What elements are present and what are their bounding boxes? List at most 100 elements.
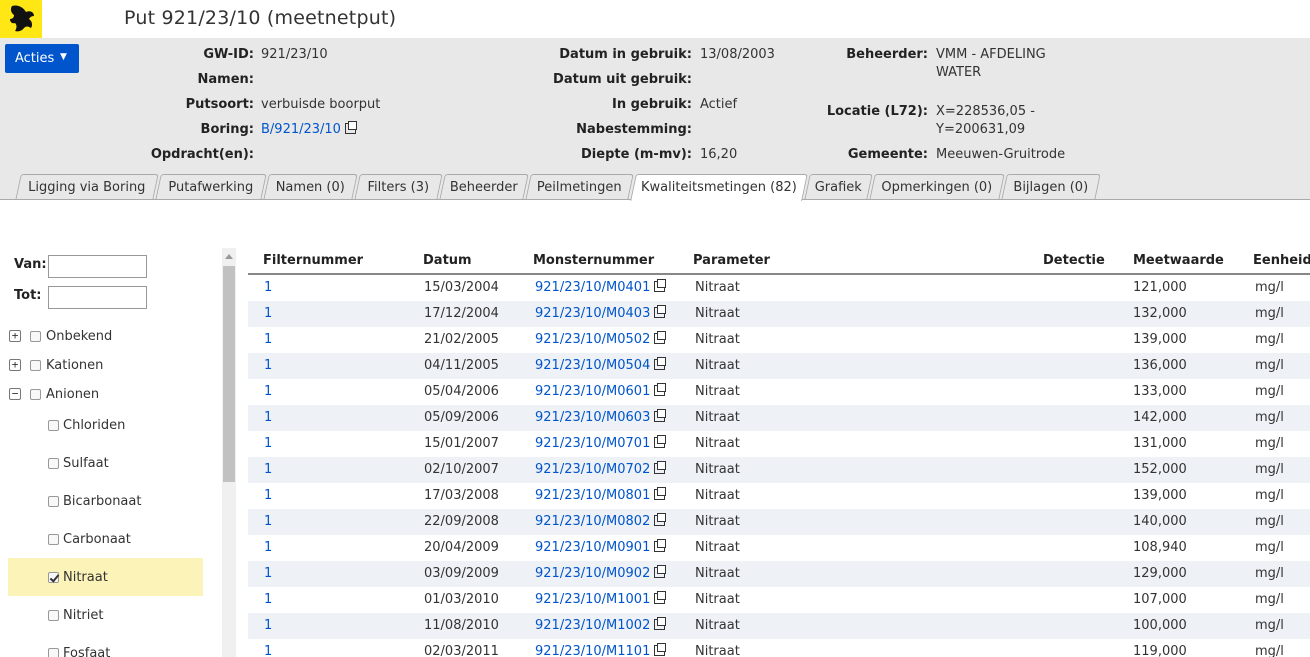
- cell-monsternummer-text[interactable]: 921/23/10/M0902: [535, 566, 650, 581]
- cell-monsternummer-text[interactable]: 921/23/10/M0401: [535, 280, 650, 295]
- cell-monsternummer-text[interactable]: 921/23/10/M1002: [535, 618, 650, 633]
- cell-filternummer-text[interactable]: 1: [264, 644, 272, 657]
- cell-monsternummer[interactable]: 921/23/10/M0504: [535, 353, 667, 379]
- cell-monsternummer[interactable]: 921/23/10/M0701: [535, 431, 667, 457]
- cell-monsternummer-text[interactable]: 921/23/10/M0603: [535, 410, 650, 425]
- tab-peilmetingen[interactable]: Peilmetingen: [525, 174, 634, 200]
- tab-beheerder[interactable]: Beheerder: [439, 174, 529, 200]
- expand-plus-icon[interactable]: +: [9, 359, 21, 371]
- cell-monsternummer[interactable]: 921/23/10/M0801: [535, 483, 667, 509]
- cell-filternummer[interactable]: 1: [264, 457, 272, 483]
- checkbox-kationen[interactable]: [30, 360, 41, 371]
- cell-filternummer[interactable]: 1: [264, 483, 272, 509]
- cell-monsternummer[interactable]: 921/23/10/M0401: [535, 275, 667, 301]
- external-link-icon[interactable]: [654, 617, 667, 630]
- tab-grafiek[interactable]: Grafiek: [804, 174, 873, 200]
- cell-monsternummer[interactable]: 921/23/10/M0603: [535, 405, 667, 431]
- cell-filternummer[interactable]: 1: [264, 353, 272, 379]
- checkbox-bicarbonaat[interactable]: [48, 496, 59, 507]
- cell-monsternummer[interactable]: 921/23/10/M0901: [535, 535, 667, 561]
- cell-monsternummer[interactable]: 921/23/10/M1101: [535, 639, 667, 657]
- cell-filternummer-text[interactable]: 1: [264, 384, 272, 399]
- van-date-input[interactable]: [48, 255, 147, 278]
- col-header-meetwaarde[interactable]: Meetwaarde: [1133, 253, 1224, 268]
- col-header-datum[interactable]: Datum: [423, 253, 472, 268]
- tab-putafwerking[interactable]: Putafwerking: [155, 174, 267, 200]
- external-link-icon[interactable]: [654, 357, 667, 370]
- external-link-icon[interactable]: [654, 331, 667, 344]
- cell-filternummer-text[interactable]: 1: [264, 488, 272, 503]
- cell-filternummer[interactable]: 1: [264, 431, 272, 457]
- col-header-eenheid[interactable]: Eenheid: [1253, 253, 1310, 268]
- cell-monsternummer-text[interactable]: 921/23/10/M0504: [535, 358, 650, 373]
- expand-plus-icon[interactable]: +: [9, 330, 21, 342]
- col-header-parameter[interactable]: Parameter: [693, 253, 770, 268]
- cell-filternummer[interactable]: 1: [264, 275, 272, 301]
- external-link-icon[interactable]: [654, 487, 667, 500]
- checkbox-sulfaat[interactable]: [48, 458, 59, 469]
- tot-date-input[interactable]: [48, 286, 147, 309]
- cell-monsternummer[interactable]: 921/23/10/M0403: [535, 301, 667, 327]
- external-link-icon[interactable]: [654, 643, 667, 656]
- cell-filternummer-text[interactable]: 1: [264, 592, 272, 607]
- cell-filternummer-text[interactable]: 1: [264, 514, 272, 529]
- tab-filters[interactable]: Filters (3): [354, 174, 443, 200]
- cell-monsternummer-text[interactable]: 921/23/10/M1001: [535, 592, 650, 607]
- cell-filternummer-text[interactable]: 1: [264, 462, 272, 477]
- external-link-icon[interactable]: [654, 409, 667, 422]
- cell-filternummer[interactable]: 1: [264, 327, 272, 353]
- external-link-icon[interactable]: [654, 539, 667, 552]
- col-header-filternummer[interactable]: Filternummer: [263, 253, 363, 268]
- external-link-icon[interactable]: [654, 565, 667, 578]
- checkbox-nitraat-checked[interactable]: [48, 572, 59, 583]
- cell-filternummer[interactable]: 1: [264, 561, 272, 587]
- cell-monsternummer-text[interactable]: 921/23/10/M0701: [535, 436, 650, 451]
- cell-monsternummer-text[interactable]: 921/23/10/M1101: [535, 644, 650, 657]
- checkbox-chloriden[interactable]: [48, 420, 59, 431]
- cell-monsternummer[interactable]: 921/23/10/M1001: [535, 587, 667, 613]
- cell-filternummer[interactable]: 1: [264, 379, 272, 405]
- tab-ligging-via-boring[interactable]: Ligging via Boring: [15, 174, 159, 200]
- external-link-icon[interactable]: [654, 383, 667, 396]
- cell-monsternummer[interactable]: 921/23/10/M0802: [535, 509, 667, 535]
- cell-filternummer-text[interactable]: 1: [264, 280, 272, 295]
- cell-monsternummer[interactable]: 921/23/10/M0702: [535, 457, 667, 483]
- checkbox-onbekend[interactable]: [30, 331, 41, 342]
- cell-monsternummer-text[interactable]: 921/23/10/M0802: [535, 514, 650, 529]
- cell-filternummer-text[interactable]: 1: [264, 566, 272, 581]
- cell-filternummer-text[interactable]: 1: [264, 436, 272, 451]
- checkbox-fosfaat[interactable]: [48, 648, 59, 657]
- tab-kwaliteitsmetingen[interactable]: Kwaliteitsmetingen (82): [630, 174, 808, 201]
- cell-filternummer-text[interactable]: 1: [264, 540, 272, 555]
- checkbox-nitriet[interactable]: [48, 610, 59, 621]
- cell-filternummer-text[interactable]: 1: [264, 332, 272, 347]
- cell-monsternummer-text[interactable]: 921/23/10/M0901: [535, 540, 650, 555]
- cell-filternummer-text[interactable]: 1: [264, 306, 272, 321]
- filter-scrollbar-thumb[interactable]: [223, 266, 235, 482]
- cell-monsternummer-text[interactable]: 921/23/10/M0702: [535, 462, 650, 477]
- external-link-icon[interactable]: [654, 435, 667, 448]
- cell-monsternummer-text[interactable]: 921/23/10/M0601: [535, 384, 650, 399]
- collapse-minus-icon[interactable]: −: [9, 388, 21, 400]
- cell-filternummer[interactable]: 1: [264, 535, 272, 561]
- cell-filternummer[interactable]: 1: [264, 509, 272, 535]
- checkbox-carbonaat[interactable]: [48, 534, 59, 545]
- external-link-icon[interactable]: [654, 279, 667, 292]
- external-link-icon[interactable]: [654, 513, 667, 526]
- cell-filternummer-text[interactable]: 1: [264, 618, 272, 633]
- cell-monsternummer-text[interactable]: 921/23/10/M0502: [535, 332, 650, 347]
- cell-monsternummer[interactable]: 921/23/10/M1002: [535, 613, 667, 639]
- cell-filternummer-text[interactable]: 1: [264, 358, 272, 373]
- tab-namen[interactable]: Namen (0): [263, 174, 358, 200]
- checkbox-anionen[interactable]: [30, 389, 41, 400]
- cell-monsternummer[interactable]: 921/23/10/M0902: [535, 561, 667, 587]
- col-header-detectie[interactable]: Detectie: [1043, 253, 1105, 268]
- scroll-up-arrow-icon[interactable]: [222, 248, 236, 265]
- cell-filternummer[interactable]: 1: [264, 587, 272, 613]
- cell-filternummer[interactable]: 1: [264, 405, 272, 431]
- external-link-icon[interactable]: [654, 461, 667, 474]
- col-header-monsternummer[interactable]: Monsternummer: [533, 253, 654, 268]
- cell-monsternummer-text[interactable]: 921/23/10/M0403: [535, 306, 650, 321]
- tab-bijlagen[interactable]: Bijlagen (0): [1001, 174, 1101, 200]
- cell-filternummer[interactable]: 1: [264, 639, 272, 657]
